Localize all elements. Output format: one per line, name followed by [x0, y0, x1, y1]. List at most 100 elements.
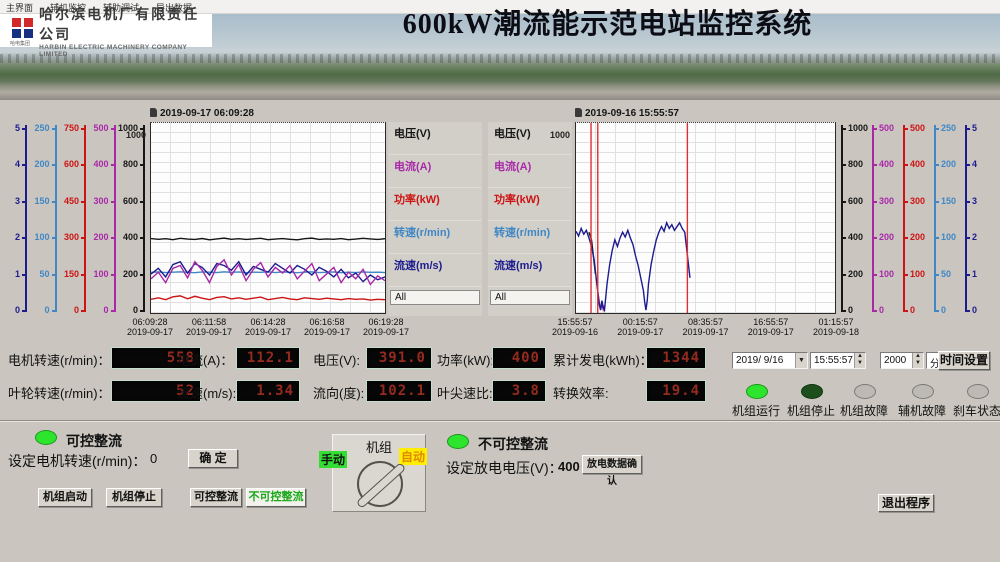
axis-tick	[52, 201, 57, 203]
time-picker[interactable]: 15:55:57▲▼	[810, 352, 866, 369]
spinner-icon[interactable]: ▲▼	[854, 353, 865, 368]
legend-item: 电压(V)	[388, 122, 482, 155]
axis-tick-label: 1	[972, 269, 977, 279]
status-light-4	[967, 384, 989, 399]
series-功率(kW)	[151, 296, 385, 300]
axis-tick-label: 0	[74, 305, 79, 315]
axis-tick-label: 100	[34, 232, 49, 242]
readout-led-display: 3.8	[493, 381, 545, 401]
company-name-en: HARBIN ELECTRIC MACHINERY COMPANY LIMITE…	[39, 44, 208, 58]
right-chart-ymax: 1000	[534, 130, 570, 140]
date-picker[interactable]: 2019/ 9/16▼	[732, 352, 808, 369]
time-set-button[interactable]: 时间设置	[938, 351, 990, 370]
main-panel: 2019-09-17 06:09:28 54321025020015010050…	[0, 100, 1000, 562]
axis-tick	[81, 201, 86, 203]
uncontrolled-rectifier-label: 不可控整流	[478, 434, 548, 454]
mode-knob-handle[interactable]	[356, 462, 407, 509]
axis-tick	[111, 274, 116, 276]
legend-item: 转速(r/min)	[488, 221, 572, 254]
axis-tick-label: 200	[910, 232, 925, 242]
axis-tick	[140, 201, 145, 203]
left-chart-plot[interactable]	[150, 122, 386, 314]
x-tick-label: 00:15:572019-09-17	[605, 317, 675, 337]
axis-line	[25, 125, 27, 311]
y-axis-4: 10008006004002000	[120, 122, 148, 314]
scada-screen: 主界面辅机监控辅助调试导出数据 600kW潮流能示范电站监控系统 哈电集团 哈尔…	[0, 0, 1000, 562]
axis-tick-label: 5	[972, 123, 977, 133]
y-axis-0: 543210	[2, 122, 30, 314]
control-button-0[interactable]: 机组启动	[38, 488, 92, 507]
unit-mode-box: 机组 手动 自动	[332, 434, 426, 512]
readout-label: 电机转速(r/min)：	[8, 350, 111, 369]
axis-tick-label: 0	[103, 305, 108, 315]
axis-tick	[140, 237, 145, 239]
mode-knob[interactable]	[357, 461, 403, 507]
axis-tick	[52, 237, 57, 239]
discharge-confirm-button[interactable]: 放电数据确认	[582, 455, 642, 474]
axis-tick-label: 400	[910, 159, 925, 169]
axis-tick-label: 100	[879, 269, 894, 279]
status-light-1	[801, 384, 823, 399]
axis-tick	[81, 164, 86, 166]
legend-item: 转速(r/min)	[388, 221, 482, 254]
axis-tick	[872, 310, 877, 312]
interval-input[interactable]: 2000▲▼	[880, 352, 924, 369]
chart-tool-icon[interactable]	[575, 108, 582, 117]
x-tick-label: 16:55:572019-09-17	[736, 317, 806, 337]
readout-label: 转换效率:	[553, 383, 609, 402]
axis-tick-label: 1000	[848, 123, 868, 133]
exit-program-button[interactable]: 退出程序	[878, 494, 934, 512]
readout-led-display: 400	[493, 348, 545, 368]
axis-tick-label: 300	[879, 196, 894, 206]
axis-tick	[872, 274, 877, 276]
axis-tick	[934, 274, 939, 276]
confirm-button[interactable]: 确 定	[188, 449, 238, 468]
y-axis-1: 250200150100500	[32, 122, 60, 314]
series-流速(m/s)	[576, 223, 690, 310]
axis-tick-label: 3	[15, 196, 20, 206]
axis-tick-label: 50	[941, 269, 951, 279]
chart-tool-icon[interactable]	[150, 108, 157, 117]
axis-tick	[841, 237, 846, 239]
chevron-down-icon[interactable]: ▼	[795, 353, 807, 368]
y-axis-2: 5004003002001000	[900, 122, 928, 314]
set-speed-value[interactable]: 0	[150, 451, 157, 466]
axis-tick	[52, 310, 57, 312]
axis-tick-label: 400	[93, 159, 108, 169]
axis-tick	[903, 274, 908, 276]
axis-tick-label: 250	[941, 123, 956, 133]
control-button-1[interactable]: 机组停止	[106, 488, 162, 507]
legend-all-dropdown[interactable]: All	[390, 290, 480, 305]
right-chart-plot[interactable]	[575, 122, 836, 314]
control-button-3[interactable]: 不可控整流	[246, 488, 306, 507]
y-axis-4: 543210	[962, 122, 990, 314]
left-chart-timestamp: 2019-09-17 06:09:28	[150, 108, 254, 119]
axis-tick-label: 800	[848, 159, 863, 169]
controlled-rectifier-light	[35, 430, 57, 445]
readout-led-display: 102.1	[367, 381, 431, 401]
controlled-rectifier-label: 可控整流	[66, 431, 122, 451]
axis-tick-label: 300	[910, 196, 925, 206]
menu-item-0[interactable]: 主界面	[4, 0, 35, 15]
axis-tick	[140, 310, 145, 312]
auto-mode-tag[interactable]: 自动	[399, 448, 427, 465]
set-voltage-value[interactable]: 400	[558, 459, 580, 474]
legend-all-dropdown[interactable]: All	[490, 290, 570, 305]
divider	[0, 420, 1000, 422]
set-voltage-label: 设定放电电压(V)：	[446, 458, 563, 478]
control-button-2[interactable]: 可控整流	[190, 488, 242, 507]
axis-tick	[111, 201, 116, 203]
page-title: 600kW潮流能示范电站监控系统	[215, 2, 1000, 42]
status-light-label: 刹车状态	[953, 402, 1000, 419]
axis-tick-label: 200	[93, 232, 108, 242]
axis-tick-label: 5	[15, 123, 20, 133]
left-chart-ymax: 1000	[104, 130, 146, 140]
y-axis-0: 10008006004002000	[838, 122, 866, 314]
set-speed-label: 设定电机转速(r/min)：	[8, 451, 146, 471]
axis-tick-label: 0	[133, 305, 138, 315]
manual-mode-tag[interactable]: 手动	[319, 451, 347, 468]
legend-item: 功率(kW)	[388, 188, 482, 221]
spinner-icon[interactable]: ▲▼	[912, 353, 923, 368]
axis-tick	[965, 128, 970, 130]
legend-item: 流速(m/s)	[488, 254, 572, 287]
